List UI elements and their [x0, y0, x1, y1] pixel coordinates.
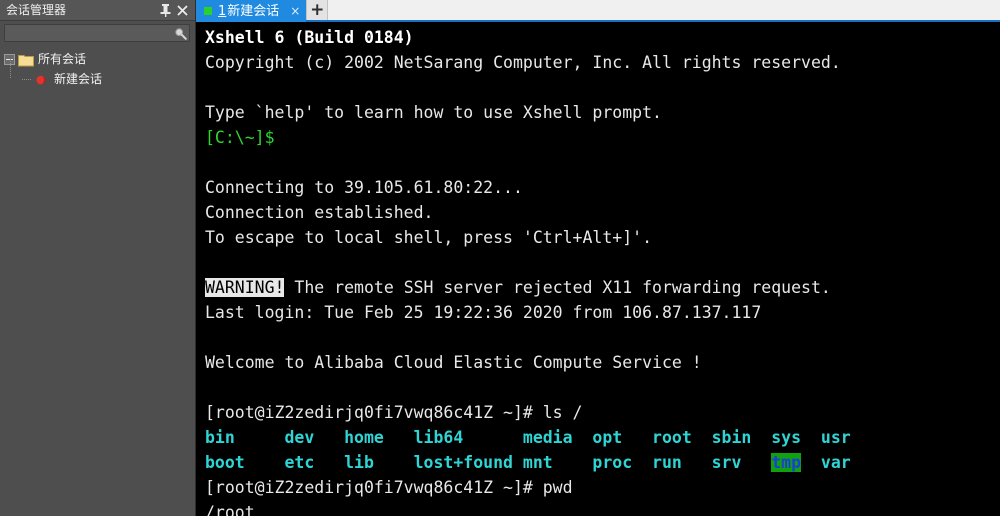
terminal-line: /root	[205, 500, 1000, 516]
session-tree[interactable]: 所有会话 新建会话	[0, 45, 195, 516]
tree-item-label: 所有会话	[38, 52, 87, 66]
terminal-text: Copyright (c) 2002 NetSarang Computer, I…	[205, 53, 841, 72]
search-glyph	[175, 27, 187, 40]
terminal-line: [C:\~]$	[205, 125, 1000, 150]
close-glyph	[177, 4, 188, 16]
directory-names: var	[801, 453, 851, 472]
terminal-title-text: Xshell 6 (Build 0184)	[205, 28, 414, 47]
tab-new-session[interactable]: 1新建会话 ×	[196, 0, 307, 22]
terminal-line: To escape to local shell, press 'Ctrl+Al…	[205, 225, 1000, 250]
terminal-text: To escape to local shell, press 'Ctrl+Al…	[205, 228, 653, 247]
tab-title: 新建会话	[227, 3, 280, 19]
session-glyph	[36, 75, 46, 85]
terminal-text: Connecting to 39.105.61.80:22...	[205, 178, 523, 197]
search-icon[interactable]	[174, 27, 187, 40]
terminal-output[interactable]: Xshell 6 (Build 0184) Copyright (c) 2002 …	[196, 22, 1000, 516]
terminal-line: Last login: Tue Feb 25 19:22:36 2020 fro…	[205, 300, 1000, 325]
tab-label: 1新建会话	[218, 4, 279, 19]
ls-output-row: bin dev home lib64 media opt root sbin s…	[205, 425, 1000, 450]
terminal-text: Last login: Tue Feb 25 19:22:36 2020 fro…	[205, 303, 762, 322]
tree-connector-line	[10, 59, 11, 79]
tab-index: 1	[218, 3, 227, 19]
warning-badge: WARNING!	[205, 278, 285, 297]
terminal-line: Type `help' to learn how to use Xshell p…	[205, 100, 1000, 125]
folder-icon	[18, 52, 34, 67]
terminal-line: Welcome to Alibaba Cloud Elastic Compute…	[205, 350, 1000, 375]
session-search-box[interactable]	[4, 24, 190, 42]
terminal-text: /root	[205, 503, 255, 516]
terminal-line: [root@iZ2zedirjq0fi7vwq86c41Z ~]# pwd	[205, 475, 1000, 500]
terminal-text: Type `help' to learn how to use Xshell p…	[205, 103, 662, 122]
tree-item-all-sessions[interactable]: 所有会话	[0, 49, 195, 69]
terminal-warning-line: WARNING! The remote SSH server rejected …	[205, 275, 1000, 300]
terminal-line: Connection established.	[205, 200, 1000, 225]
new-tab-button[interactable]: +	[306, 0, 329, 20]
session-icon	[34, 72, 50, 86]
pin-glyph	[160, 3, 171, 17]
warning-text: The remote SSH server rejected X11 forwa…	[284, 278, 831, 297]
search-input[interactable]	[9, 26, 174, 40]
terminal-text: [root@iZ2zedirjq0fi7vwq86c41Z ~]# pwd	[205, 478, 573, 497]
terminal-text: Welcome to Alibaba Cloud Elastic Compute…	[205, 353, 702, 372]
directory-names: bin dev home lib64 media opt root sbin s…	[205, 428, 851, 447]
local-shell-prompt: [C:\~]$	[205, 128, 275, 147]
directory-names: boot etc lib lost+found mnt proc run srv	[205, 453, 772, 472]
tree-item-label: 新建会话	[54, 72, 103, 86]
terminal-line: [root@iZ2zedirjq0fi7vwq86c41Z ~]# ls /	[205, 400, 1000, 425]
session-search-area	[0, 21, 195, 45]
terminal-line: Connecting to 39.105.61.80:22...	[205, 175, 1000, 200]
terminal-text: Connection established.	[205, 203, 434, 222]
terminal-pane: 1新建会话 × + Xshell 6 (Build 0184) Copyright…	[196, 0, 1000, 516]
ls-output-row: boot etc lib lost+found mnt proc run srv…	[205, 450, 1000, 475]
pin-icon[interactable]	[157, 2, 174, 19]
connection-status-icon	[204, 7, 212, 15]
close-icon[interactable]	[174, 2, 191, 19]
tab-bar-empty-area	[328, 0, 1000, 20]
sticky-directory-tmp: tmp	[771, 453, 802, 472]
folder-glyph	[18, 55, 34, 67]
terminal-text: [root@iZ2zedirjq0fi7vwq86c41Z ~]# ls /	[205, 403, 583, 422]
session-manager-panel: 会话管理器 所有会话 新建会话	[0, 0, 196, 516]
terminal-line: Copyright (c) 2002 NetSarang Computer, I…	[205, 50, 1000, 75]
tab-bar: 1新建会话 × +	[196, 0, 1000, 22]
tree-connector-dash	[22, 78, 32, 80]
terminal-line: Xshell 6 (Build 0184)	[205, 25, 1000, 50]
tab-close-icon[interactable]: ×	[289, 5, 301, 17]
session-manager-titlebar: 会话管理器	[0, 0, 195, 21]
session-manager-title: 会话管理器	[6, 3, 67, 17]
xshell-window: 会话管理器 所有会话 新建会话 1新建会话 × + Xshell 6 (Buil…	[0, 0, 1000, 516]
tree-item-new-session[interactable]: 新建会话	[0, 59, 195, 89]
